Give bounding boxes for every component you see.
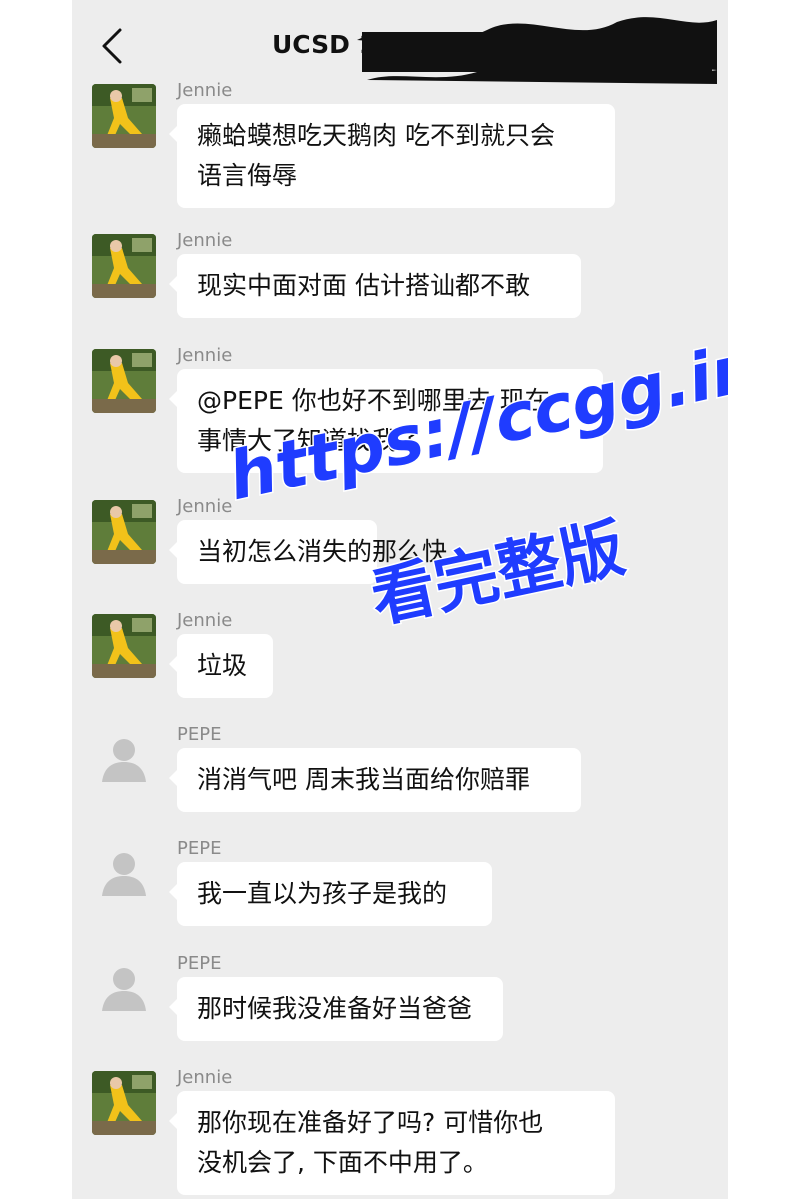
- sender-name: Jennie: [177, 80, 233, 101]
- avatar-photo[interactable]: [92, 500, 156, 564]
- sender-name: PEPE: [177, 724, 222, 745]
- avatar-default-icon[interactable]: [92, 842, 156, 906]
- back-button[interactable]: [92, 24, 132, 68]
- sender-name: Jennie: [177, 610, 233, 631]
- avatar-photo[interactable]: [92, 614, 156, 678]
- message-bubble[interactable]: @PEPE 你也好不到哪里去 现在 事情大了知道找我了: [169, 369, 603, 473]
- chat-header: UCSD 1: [72, 0, 728, 84]
- avatar-photo[interactable]: [92, 234, 156, 298]
- avatar-photo[interactable]: [92, 84, 156, 148]
- message-text: 语言侮辱: [197, 161, 298, 190]
- message-text: 我一直以为孩子是我的: [197, 879, 448, 908]
- message-text: 消消气吧 周末我当面给你赔罪: [197, 765, 530, 794]
- message-text: 当初怎么消失的那么快: [197, 537, 448, 566]
- message-text: 现实中面对面 估计搭讪都不敢: [197, 271, 530, 300]
- message-bubble[interactable]: 那你现在准备好了吗? 可惜你也 没机会了, 下面不中用了。: [169, 1091, 615, 1195]
- sender-name: Jennie: [177, 345, 233, 366]
- message-text: 没机会了, 下面不中用了。: [197, 1148, 488, 1177]
- message-bubble[interactable]: 现实中面对面 估计搭讪都不敢: [169, 254, 581, 318]
- message-text: 事情大了知道找我了: [197, 426, 423, 455]
- watermark-caption: 看完整版: [364, 510, 633, 639]
- message-text: 垃圾: [197, 651, 248, 680]
- message-bubble[interactable]: 我一直以为孩子是我的: [169, 862, 492, 926]
- redaction-scribble: [357, 17, 717, 84]
- sender-name: Jennie: [177, 1067, 233, 1088]
- message-text: @PEPE 你也好不到哪里去 现在: [197, 386, 550, 415]
- avatar-default-icon[interactable]: [92, 728, 156, 792]
- message-bubble[interactable]: 垃圾: [169, 634, 273, 698]
- message-text: 癞蛤蟆想吃天鹅肉 吃不到就只会: [197, 121, 555, 150]
- message-bubble[interactable]: 消消气吧 周末我当面给你赔罪: [169, 748, 581, 812]
- sender-name: Jennie: [177, 496, 233, 517]
- message-bubble[interactable]: 癞蛤蟆想吃天鹅肉 吃不到就只会 语言侮辱: [169, 104, 615, 208]
- message-bubble[interactable]: 那时候我没准备好当爸爸: [169, 977, 503, 1041]
- sender-name: PEPE: [177, 838, 222, 859]
- message-bubble[interactable]: 当初怎么消失的那么快: [169, 520, 448, 584]
- avatar-photo[interactable]: [92, 349, 156, 413]
- avatar-photo[interactable]: [92, 1071, 156, 1135]
- chat-screen: UCSD 1 Jennie 癞蛤蟆想吃天鹅肉 吃不到就只会 语言侮辱 Jennie 现实…: [72, 0, 728, 1199]
- message-text: 那时候我没准备好当爸爸: [197, 994, 473, 1023]
- avatar-default-icon[interactable]: [92, 957, 156, 1021]
- sender-name: PEPE: [177, 953, 222, 974]
- sender-name: Jennie: [177, 230, 233, 251]
- chevron-left-icon: [102, 28, 122, 64]
- message-text: 那你现在准备好了吗? 可惜你也: [197, 1108, 544, 1137]
